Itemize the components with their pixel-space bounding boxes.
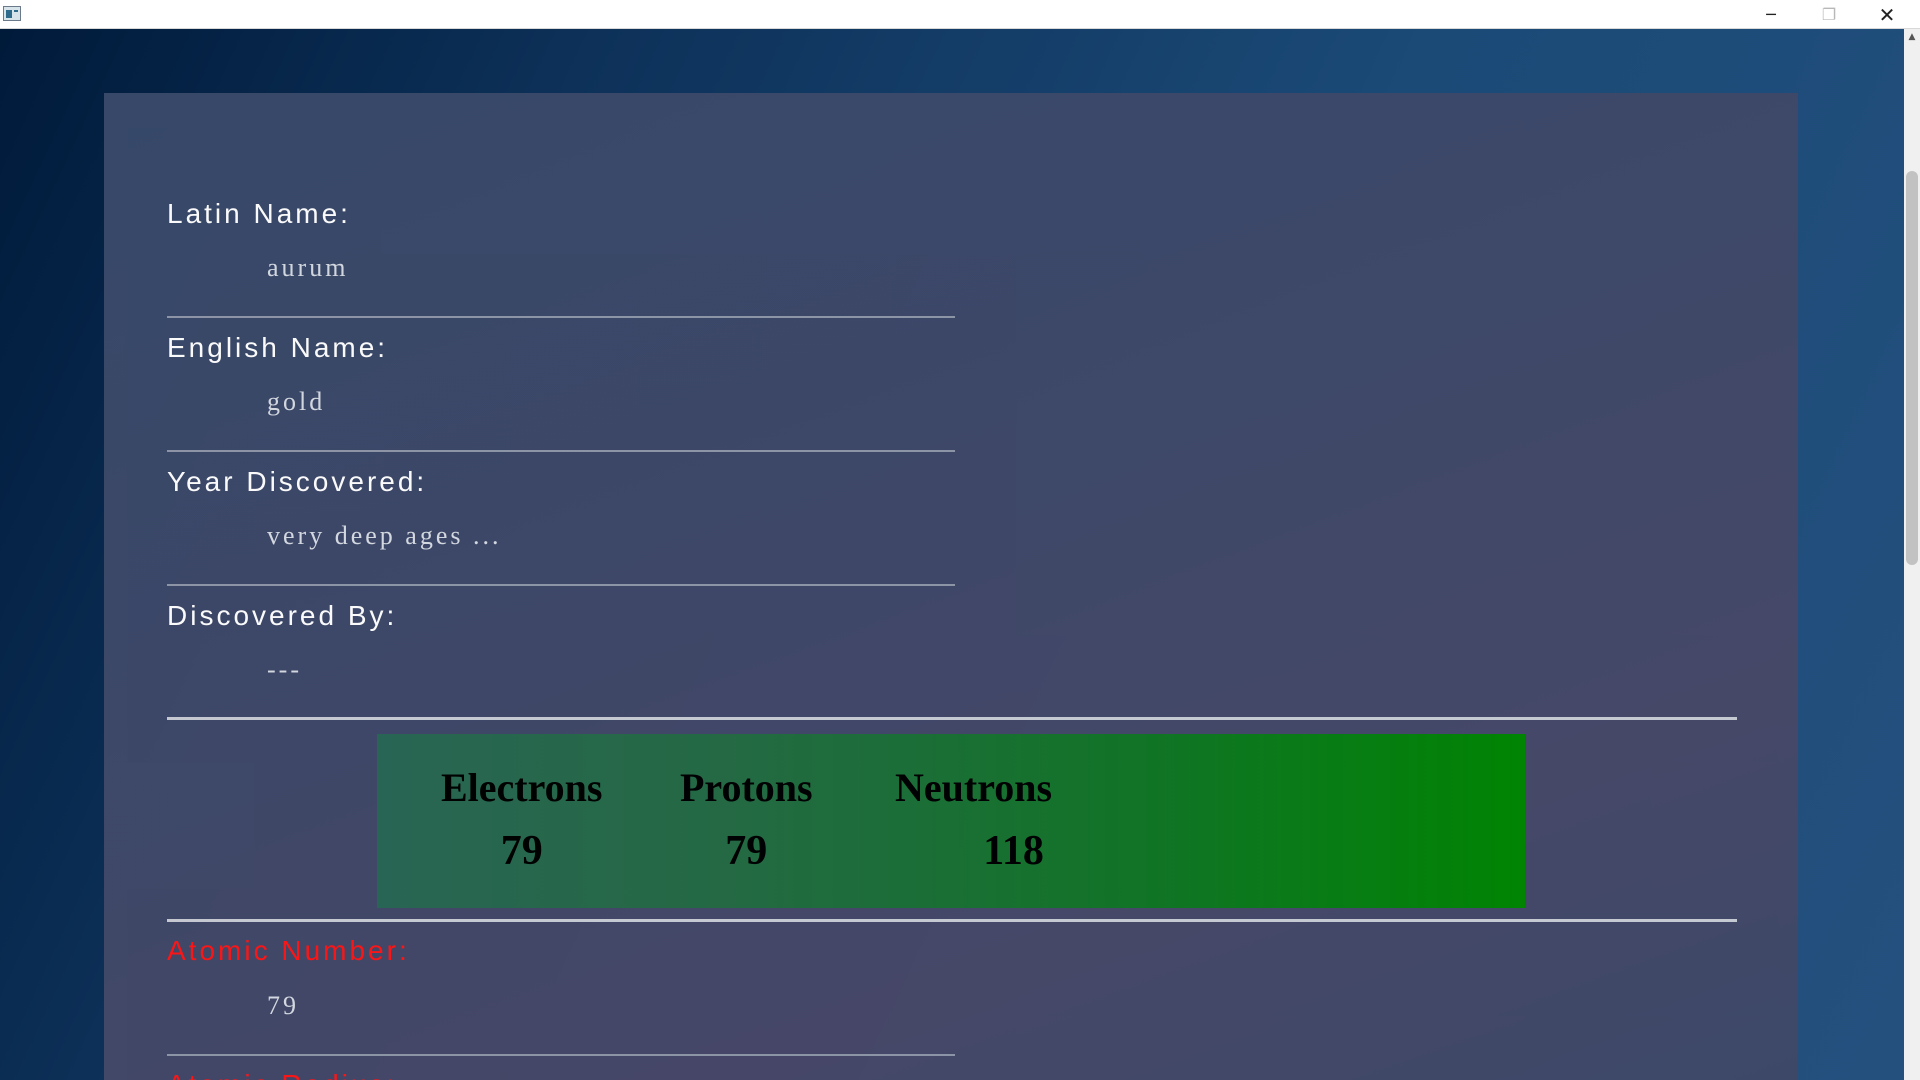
window-body: Latin Name: aurum English Name: gold Yea… [0, 29, 1904, 1080]
protons-column: Protons 79 [680, 764, 813, 875]
atomic-number-value: 79 [267, 991, 299, 1020]
year-discovered-label: Year Discovered: [167, 466, 428, 497]
neutrons-column: Neutrons 118 [895, 764, 1052, 875]
element-details-panel: Latin Name: aurum English Name: gold Yea… [104, 93, 1798, 1080]
neutrons-value: 118 [983, 828, 1044, 874]
english-name-label: English Name: [167, 332, 389, 363]
discovered-by-label: Discovered By: [167, 600, 398, 631]
section-divider [167, 919, 1737, 922]
minimize-button[interactable]: ─ [1742, 0, 1800, 29]
divider [167, 450, 955, 452]
divider [167, 316, 955, 318]
year-discovered-value: very deep ages ... [267, 521, 502, 550]
scroll-up-arrow-icon[interactable]: ▲ [1904, 29, 1920, 45]
atomic-radius-label: Atomic Radius: [167, 1069, 397, 1080]
scroll-thumb[interactable] [1906, 171, 1918, 565]
window-titlebar: ─ ❐ ✕ [0, 0, 1920, 29]
divider [167, 584, 955, 586]
english-name-value: gold [267, 387, 326, 416]
divider [167, 1054, 955, 1056]
electrons-column: Electrons 79 [441, 764, 602, 875]
protons-value: 79 [725, 828, 768, 874]
latin-name-value: aurum [267, 253, 349, 282]
app-icon [3, 6, 21, 21]
atomic-number-label: Atomic Number: [167, 935, 410, 966]
protons-label: Protons [680, 765, 813, 810]
discovered-by-value: --- [267, 655, 302, 684]
maximize-button[interactable]: ❐ [1800, 0, 1858, 29]
latin-name-label: Latin Name: [167, 198, 351, 229]
electrons-label: Electrons [441, 765, 603, 810]
vertical-scrollbar[interactable]: ▲ [1904, 29, 1920, 1080]
particle-counts-box: Electrons 79 Protons 79 Neutrons 118 [377, 734, 1525, 908]
neutrons-label: Neutrons [895, 765, 1053, 810]
electrons-value: 79 [500, 828, 543, 874]
section-divider [167, 717, 1737, 720]
close-button[interactable]: ✕ [1858, 0, 1916, 29]
